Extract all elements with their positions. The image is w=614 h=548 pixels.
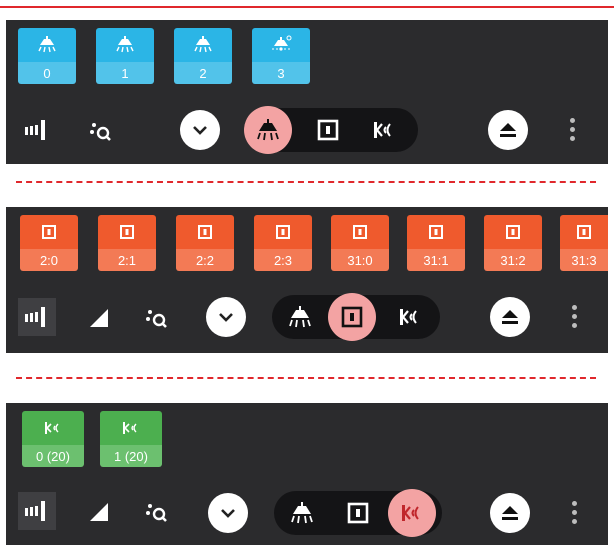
eject-button[interactable]: [490, 297, 530, 337]
tile-label: 1: [96, 62, 154, 84]
square-frame-icon: [407, 215, 465, 249]
lamp-icon: [18, 28, 76, 62]
section-separator: [16, 377, 596, 379]
tile-label: 31:3: [560, 249, 608, 271]
mode-lamp[interactable]: [284, 495, 320, 531]
scan-search-icon[interactable]: [86, 116, 116, 146]
chevron-down-icon: [219, 313, 233, 322]
toolbar: [6, 289, 608, 345]
tile-label: 2:2: [176, 249, 234, 271]
tile-label: 31:2: [484, 249, 542, 271]
scan-search-icon[interactable]: [142, 303, 172, 333]
chevron-down-button[interactable]: [206, 297, 246, 337]
tile-frame[interactable]: 31:3: [560, 215, 608, 271]
chevron-down-button[interactable]: [180, 110, 220, 150]
tile-lamp-1[interactable]: 1: [96, 28, 154, 84]
toolbar: [6, 102, 608, 158]
eject-button[interactable]: [490, 493, 530, 533]
nfc-signal-icon: [400, 309, 417, 325]
nfc-signal-icon: [22, 411, 84, 445]
tile-lamp-2[interactable]: 2: [174, 28, 232, 84]
toolbar: [6, 483, 608, 539]
lamp-icon: [174, 28, 232, 62]
tile-signal[interactable]: 1 (20): [100, 411, 162, 467]
tile-frame[interactable]: 2:0: [20, 215, 78, 271]
panel-frames: 2:0 2:1 2:2 2:3 31:0 31:1 31:2 31:3: [6, 207, 608, 353]
tile-label: 2:1: [98, 249, 156, 271]
square-frame-icon: [560, 215, 608, 249]
lamp-icon: [257, 119, 279, 141]
tile-label: 2:0: [20, 249, 78, 271]
eject-icon: [502, 506, 518, 520]
signal-bars-icon[interactable]: [18, 298, 56, 336]
more-vert-icon[interactable]: [572, 501, 578, 524]
tile-label: 2: [174, 62, 232, 84]
lamp-icon: [289, 306, 311, 328]
tile-frame[interactable]: 31:0: [331, 215, 389, 271]
panel-lamps: 0 1 2 3: [6, 20, 608, 164]
eject-icon: [500, 123, 516, 137]
tile-label: 0 (20): [22, 445, 84, 467]
tile-frame[interactable]: 2:1: [98, 215, 156, 271]
more-vert-icon[interactable]: [570, 118, 576, 141]
top-divider: [0, 6, 614, 8]
mode-lamp[interactable]: [282, 299, 318, 335]
tile-frame[interactable]: 31:2: [484, 215, 542, 271]
tile-lamp-3[interactable]: 3: [252, 28, 310, 84]
tile-frame[interactable]: 2:3: [254, 215, 312, 271]
lamp-icon: [96, 28, 154, 62]
signal-bars-icon[interactable]: [18, 111, 56, 149]
mode-frame[interactable]: [340, 495, 376, 531]
nfc-signal-icon: [402, 505, 419, 521]
tile-label: 1 (20): [100, 445, 162, 467]
more-vert-icon[interactable]: [572, 305, 578, 328]
square-frame-icon: [254, 215, 312, 249]
square-frame-icon: [347, 502, 369, 524]
square-frame-icon: [20, 215, 78, 249]
tile-frame[interactable]: 2:2: [176, 215, 234, 271]
mode-frame-selected[interactable]: [328, 293, 376, 341]
tile-label: 3: [252, 62, 310, 84]
square-frame-icon: [98, 215, 156, 249]
square-frame-icon: [341, 306, 363, 328]
triangle-signal-icon[interactable]: [84, 303, 114, 333]
mode-signal-selected[interactable]: [388, 489, 436, 537]
tile-label: 2:3: [254, 249, 312, 271]
nfc-signal-icon: [100, 411, 162, 445]
chevron-down-icon: [193, 126, 207, 135]
mode-frame[interactable]: [310, 112, 346, 148]
panel-signals: 0 (20) 1 (20): [6, 403, 608, 545]
chevron-down-button[interactable]: [208, 493, 248, 533]
tile-signal[interactable]: 0 (20): [22, 411, 84, 467]
eject-icon: [502, 310, 518, 324]
mode-signal[interactable]: [366, 112, 402, 148]
nfc-signal-icon: [374, 122, 391, 138]
lamp-icon: [291, 502, 313, 524]
square-frame-icon: [484, 215, 542, 249]
tile-lamp-0[interactable]: 0: [18, 28, 76, 84]
mode-signal[interactable]: [392, 299, 428, 335]
triangle-signal-icon[interactable]: [84, 497, 114, 527]
tile-frame[interactable]: 31:1: [407, 215, 465, 271]
eject-button[interactable]: [488, 110, 528, 150]
square-frame-icon: [317, 119, 339, 141]
section-separator: [16, 181, 596, 183]
lamp-dimmer-icon: [252, 28, 310, 62]
square-frame-icon: [331, 215, 389, 249]
signal-bars-icon[interactable]: [18, 492, 56, 530]
square-frame-icon: [176, 215, 234, 249]
scan-search-icon[interactable]: [142, 497, 172, 527]
tile-label: 31:0: [331, 249, 389, 271]
mode-lamp-selected[interactable]: [244, 106, 292, 154]
tile-label: 0: [18, 62, 76, 84]
chevron-down-icon: [221, 509, 235, 518]
tile-label: 31:1: [407, 249, 465, 271]
